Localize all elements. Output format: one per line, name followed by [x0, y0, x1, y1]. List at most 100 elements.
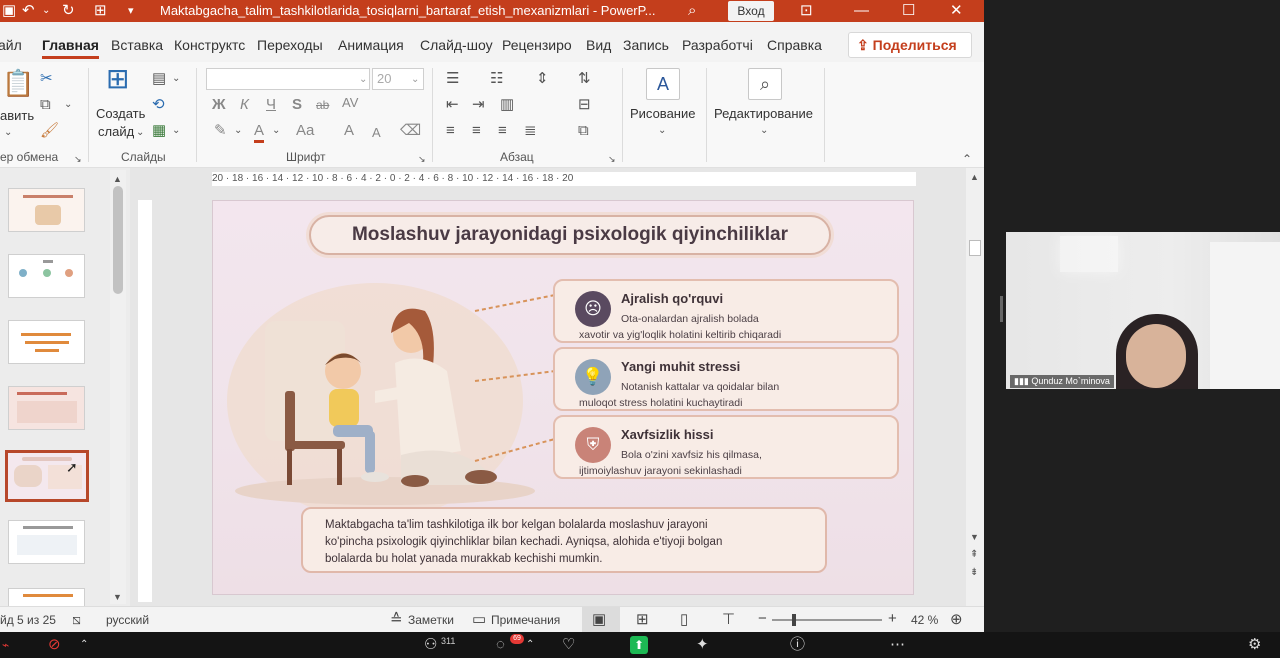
slide-sorter-icon[interactable]: ⊞ — [636, 610, 649, 628]
slide-thumbnail-1[interactable] — [8, 188, 85, 232]
layout-dropdown-icon[interactable]: ⌄ — [172, 70, 180, 88]
save-icon[interactable]: ▣ — [2, 0, 16, 22]
notes-icon[interactable]: ≙ — [390, 610, 403, 628]
strikethrough-button[interactable]: ab — [316, 96, 329, 114]
scroll-down-icon[interactable]: ▼ — [970, 528, 979, 546]
zoom-out-button[interactable]: − — [758, 610, 767, 627]
change-case-button[interactable]: Aa — [296, 122, 314, 140]
justify-icon[interactable]: ≣ — [524, 122, 537, 140]
settings-icon[interactable]: ⚙ — [1248, 636, 1261, 654]
slide-thumbnail-3[interactable] — [8, 320, 85, 364]
participant-video-tile[interactable]: ▮▮▮ Qunduz Mo`minova — [1006, 232, 1280, 389]
notes-button[interactable]: Заметки — [408, 613, 454, 627]
align-right-icon[interactable]: ≡ — [498, 122, 507, 140]
ai-companion-icon[interactable]: ✦ — [696, 636, 709, 654]
customize-toolbar-icon[interactable]: ▾ — [128, 0, 134, 22]
tab-home[interactable]: Главная — [42, 37, 99, 59]
zoom-slider-knob[interactable] — [792, 614, 796, 626]
scroll-up-icon[interactable]: ▲ — [970, 168, 979, 186]
language-indicator[interactable]: русский — [106, 613, 149, 627]
scroll-thumb[interactable] — [969, 240, 981, 256]
tab-review[interactable]: Рецензиро — [502, 37, 572, 53]
font-size-dropdown-icon[interactable]: ⌄ — [411, 71, 419, 89]
card-safety-feeling[interactable]: ⛨ Xavfsizlik hissi Bola o'zini xavfsiz h… — [553, 415, 899, 479]
signin-button[interactable]: Вход — [728, 1, 774, 21]
slide-title[interactable]: Moslashuv jarayonidagi psixologik qiyinc… — [309, 215, 831, 255]
comments-button[interactable]: Примечания — [491, 613, 560, 627]
zoom-level[interactable]: 42 % — [911, 613, 938, 627]
slide-thumbnail-2[interactable] — [8, 254, 85, 298]
font-name-combobox[interactable]: ⌄ — [206, 68, 370, 90]
line-spacing-icon[interactable]: ⇕ — [536, 70, 549, 88]
italic-button[interactable]: К — [240, 96, 249, 114]
tab-view[interactable]: Вид — [586, 37, 611, 53]
reset-icon[interactable]: ⟲ — [152, 96, 165, 114]
tab-file[interactable]: айл — [0, 37, 22, 53]
tab-slideshow[interactable]: Слайд-шоу — [420, 37, 493, 53]
align-center-icon[interactable]: ≡ — [472, 122, 481, 140]
align-text-icon[interactable]: ⊟ — [578, 96, 591, 114]
font-name-dropdown-icon[interactable]: ⌄ — [359, 71, 367, 89]
normal-view-icon[interactable]: ▣ — [592, 610, 606, 628]
tab-transitions[interactable]: Переходы — [257, 37, 323, 53]
clear-formatting-icon[interactable]: ⌫ — [400, 122, 421, 140]
editing-dropdown-icon[interactable]: ⌄ — [760, 122, 768, 140]
maximize-icon[interactable]: ☐ — [902, 0, 915, 22]
previous-slide-icon[interactable]: ⇞ — [970, 546, 978, 564]
info-icon[interactable]: ⓘ — [790, 636, 805, 654]
reading-view-icon[interactable]: ▯ — [680, 610, 688, 628]
layout-icon[interactable]: ▤ — [152, 70, 166, 88]
clipboard-launcher-icon[interactable]: ↘ — [74, 150, 82, 168]
tab-record[interactable]: Запись — [623, 37, 669, 53]
grow-font-button[interactable]: A — [344, 122, 354, 140]
comments-icon[interactable]: ▭ — [472, 610, 486, 628]
tab-insert[interactable]: Вставка — [111, 37, 163, 53]
more-icon[interactable]: ⋯ — [890, 636, 905, 654]
mic-muted-icon[interactable]: ⌁ — [2, 636, 9, 654]
zoom-in-button[interactable]: + — [888, 610, 897, 627]
chat-icon[interactable]: ◌ — [496, 636, 505, 654]
drawing-icon[interactable]: A — [646, 68, 680, 100]
slideshow-icon[interactable]: ⊤ — [722, 610, 735, 628]
share-button[interactable]: ⇪ Поделиться — [848, 32, 972, 58]
undo-icon[interactable]: ↶ — [22, 0, 35, 22]
search-icon[interactable]: ⌕ — [688, 0, 696, 22]
columns-icon[interactable]: ▥ — [500, 96, 514, 114]
tab-animations[interactable]: Анимация — [338, 37, 404, 53]
close-icon[interactable]: ✕ — [950, 0, 963, 22]
share-screen-icon[interactable]: ⬆ — [630, 636, 648, 654]
highlight-dropdown-icon[interactable]: ⌄ — [234, 122, 242, 140]
slide-thumbnail-5-selected[interactable]: ➚ — [5, 450, 89, 502]
tab-design[interactable]: Конструктс — [174, 37, 245, 53]
copy-icon[interactable]: ⧉ — [40, 96, 51, 114]
undo-dropdown-icon[interactable]: ⌄ — [42, 0, 50, 22]
paste-dropdown-icon[interactable]: ⌄ — [4, 124, 12, 142]
paragraph-launcher-icon[interactable]: ↘ — [608, 150, 616, 168]
increase-indent-icon[interactable]: ⇥ — [472, 96, 485, 114]
fit-to-window-icon[interactable]: ⊕ — [950, 610, 963, 628]
find-icon[interactable]: ⌕ — [748, 68, 782, 100]
camera-off-icon[interactable]: ⊘ — [48, 636, 61, 654]
new-slide-icon[interactable]: ⊞ — [106, 65, 129, 93]
participants-icon[interactable]: ⚇ — [424, 636, 437, 654]
new-slide-label[interactable]: Создать — [96, 106, 145, 121]
panel-resize-handle[interactable] — [1000, 296, 1003, 322]
shadow-button[interactable]: S — [292, 96, 302, 114]
font-color-dropdown-icon[interactable]: ⌄ — [272, 122, 280, 140]
thumbnails-scrollbar[interactable]: ▲ ▼ — [110, 170, 126, 604]
section-icon[interactable]: ▦ — [152, 122, 166, 140]
ribbon-display-icon[interactable]: ⊡ — [800, 0, 813, 22]
paste-label[interactable]: авить — [0, 108, 34, 123]
zoom-slider[interactable] — [772, 614, 882, 626]
new-slide-dropdown-icon[interactable]: ⌄ — [136, 124, 144, 142]
copy-dropdown-icon[interactable]: ⌄ — [64, 96, 72, 114]
slide-thumbnail-6[interactable] — [8, 520, 85, 564]
slide-thumbnail-4[interactable] — [8, 386, 85, 430]
present-icon[interactable]: ⊞ — [94, 0, 107, 22]
accessibility-icon[interactable]: ⧅ — [72, 611, 81, 628]
text-direction-icon[interactable]: ⇅ — [578, 70, 591, 88]
card-separation-fear[interactable]: ☹ Ajralish qo'rquvi Ota-onalardan ajrali… — [553, 279, 899, 343]
editing-button[interactable]: Редактирование — [714, 106, 813, 121]
highlight-icon[interactable]: ✎ — [214, 122, 227, 140]
reactions-icon[interactable]: ♡ — [562, 636, 575, 654]
